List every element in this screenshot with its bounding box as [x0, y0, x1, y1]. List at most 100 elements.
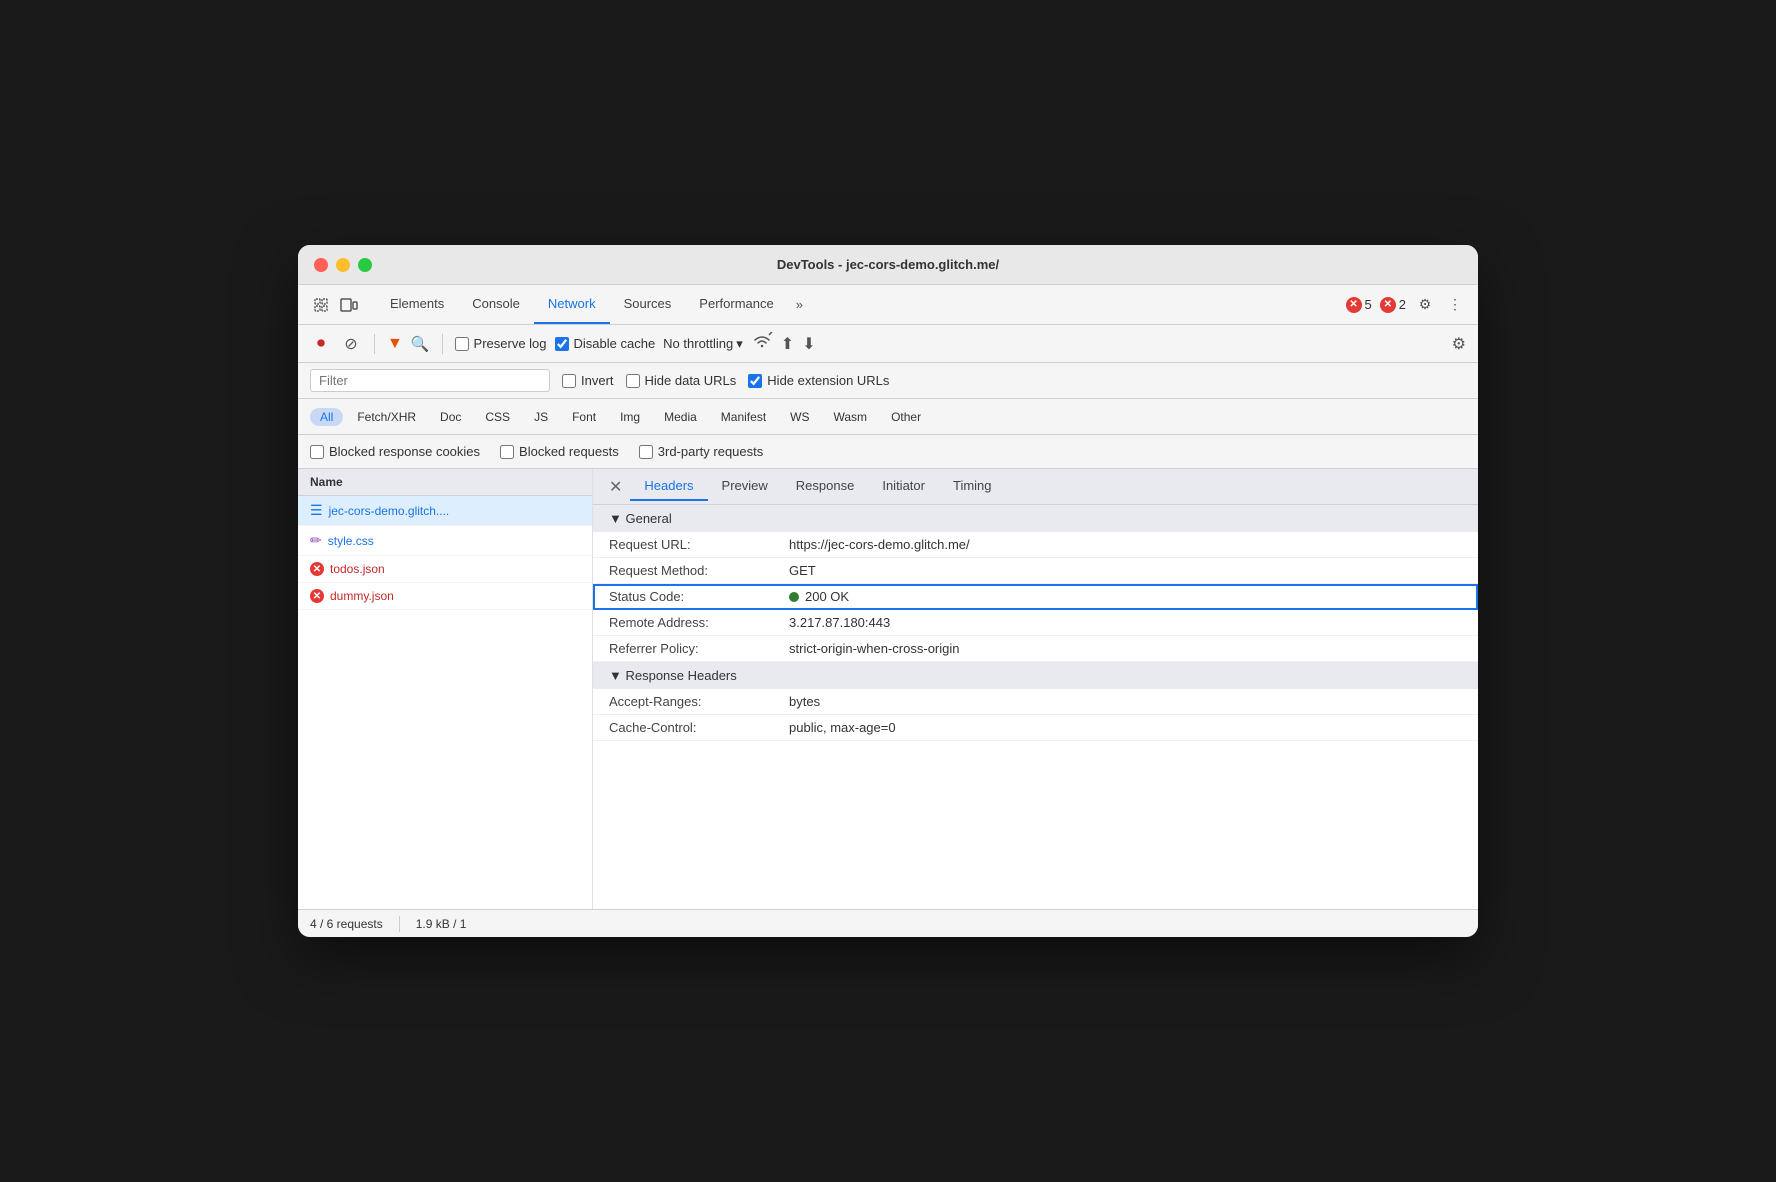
tab-network[interactable]: Network	[534, 285, 610, 324]
detail-panel: ✕ Headers Preview Response Initiator Tim…	[593, 469, 1478, 909]
titlebar: DevTools - jec-cors-demo.glitch.me/	[298, 245, 1478, 285]
toolbar-divider-1	[374, 334, 375, 354]
tab-initiator[interactable]: Initiator	[868, 472, 939, 501]
device-icon[interactable]	[338, 294, 360, 316]
hide-extension-urls-checkbox[interactable]	[748, 374, 762, 388]
type-filter-js[interactable]: JS	[524, 408, 558, 426]
settings-icon[interactable]: ⚙	[1414, 294, 1436, 316]
tab-preview[interactable]: Preview	[708, 472, 782, 501]
tab-response[interactable]: Response	[782, 472, 869, 501]
third-party-requests-text: 3rd-party requests	[658, 444, 764, 459]
preserve-log-checkbox[interactable]	[455, 337, 469, 351]
hide-data-urls-text: Hide data URLs	[645, 373, 737, 388]
filter-icon[interactable]: ▼	[387, 335, 403, 353]
invert-checkbox[interactable]	[562, 374, 576, 388]
blocked-response-cookies-label[interactable]: Blocked response cookies	[310, 444, 480, 459]
blocked-requests-checkbox[interactable]	[500, 445, 514, 459]
invert-label[interactable]: Invert	[562, 373, 614, 388]
upload-icon[interactable]: ⬆	[781, 334, 794, 354]
devtools-window: DevTools - jec-cors-demo.glitch.me/ Elem…	[298, 245, 1478, 937]
hide-data-urls-label[interactable]: Hide data URLs	[626, 373, 737, 388]
type-filter-media[interactable]: Media	[654, 408, 707, 426]
upload-download-buttons: ⬆ ⬇	[781, 334, 816, 354]
type-filter-font[interactable]: Font	[562, 408, 606, 426]
network-toolbar: ⏺ ⊘ ▼ 🔍 Preserve log Disable cache No th…	[298, 325, 1478, 363]
referrer-policy-row: Referrer Policy: strict-origin-when-cros…	[593, 636, 1478, 662]
tab-timing[interactable]: Timing	[939, 472, 1006, 501]
tab-sources[interactable]: Sources	[610, 285, 686, 324]
doc-icon: ☰	[310, 502, 323, 519]
type-filter-fetch-xhr[interactable]: Fetch/XHR	[347, 408, 426, 426]
third-party-requests-checkbox[interactable]	[639, 445, 653, 459]
file-list-panel: Name ☰ jec-cors-demo.glitch.... ✏ style.…	[298, 469, 593, 909]
network-settings-icon[interactable]: ⚙	[1452, 334, 1466, 354]
type-filter-wasm[interactable]: Wasm	[824, 408, 878, 426]
clear-button[interactable]: ⊘	[340, 333, 362, 355]
statusbar: 4 / 6 requests 1.9 kB / 1	[298, 909, 1478, 937]
preserve-log-label[interactable]: Preserve log	[455, 336, 547, 351]
referrer-policy-key: Referrer Policy:	[609, 641, 789, 656]
toolbar-divider-2	[442, 334, 443, 354]
close-button[interactable]	[314, 258, 328, 272]
devtools-icons	[310, 294, 360, 316]
cache-control-value: public, max-age=0	[789, 720, 1462, 735]
type-filter-all[interactable]: All	[310, 408, 343, 426]
more-tabs-button[interactable]: »	[788, 289, 811, 320]
minimize-button[interactable]	[336, 258, 350, 272]
disable-cache-label[interactable]: Disable cache	[555, 336, 656, 351]
download-icon[interactable]: ⬇	[802, 334, 815, 354]
window-controls	[314, 258, 372, 272]
blocked-response-cookies-text: Blocked response cookies	[329, 444, 480, 459]
tab-performance[interactable]: Performance	[685, 285, 787, 324]
maximize-button[interactable]	[358, 258, 372, 272]
file-item-dummy-json[interactable]: ✕ dummy.json	[298, 583, 592, 610]
accept-ranges-key: Accept-Ranges:	[609, 694, 789, 709]
main-content: Name ☰ jec-cors-demo.glitch.... ✏ style.…	[298, 469, 1478, 909]
throttle-selector[interactable]: No throttling ▾	[663, 336, 743, 352]
remote-address-row: Remote Address: 3.217.87.180:443	[593, 610, 1478, 636]
tab-console[interactable]: Console	[458, 285, 534, 324]
filter-input[interactable]	[310, 369, 550, 392]
response-headers-section-header[interactable]: ▼ Response Headers	[593, 662, 1478, 689]
wifi-icon[interactable]	[751, 332, 773, 355]
request-method-key: Request Method:	[609, 563, 789, 578]
type-filter-img[interactable]: Img	[610, 408, 650, 426]
file-item-main-doc[interactable]: ☰ jec-cors-demo.glitch....	[298, 496, 592, 526]
hide-extension-urls-label[interactable]: Hide extension URLs	[748, 373, 889, 388]
third-party-requests-label[interactable]: 3rd-party requests	[639, 444, 764, 459]
status-dot	[789, 592, 799, 602]
file-name-todos-json: todos.json	[330, 562, 385, 576]
search-icon[interactable]: 🔍	[411, 335, 430, 353]
file-item-style-css[interactable]: ✏ style.css	[298, 526, 592, 556]
window-title: DevTools - jec-cors-demo.glitch.me/	[777, 257, 999, 272]
remote-address-value: 3.217.87.180:443	[789, 615, 1462, 630]
tab-elements[interactable]: Elements	[376, 285, 458, 324]
cache-control-key: Cache-Control:	[609, 720, 789, 735]
blocked-response-cookies-checkbox[interactable]	[310, 445, 324, 459]
type-filter-other[interactable]: Other	[881, 408, 931, 426]
type-filter-doc[interactable]: Doc	[430, 408, 471, 426]
options-bar: Blocked response cookies Blocked request…	[298, 435, 1478, 469]
blocked-requests-label[interactable]: Blocked requests	[500, 444, 619, 459]
detail-close-button[interactable]: ✕	[601, 473, 630, 501]
general-section-header[interactable]: ▼ General	[593, 505, 1478, 532]
more-options-icon[interactable]: ⋮	[1444, 294, 1466, 316]
file-item-todos-json[interactable]: ✕ todos.json	[298, 556, 592, 583]
cursor-icon[interactable]	[310, 294, 332, 316]
hide-data-urls-checkbox[interactable]	[626, 374, 640, 388]
record-button[interactable]: ⏺	[310, 333, 332, 355]
request-method-value: GET	[789, 563, 1462, 578]
type-filter-css[interactable]: CSS	[475, 408, 520, 426]
disable-cache-checkbox[interactable]	[555, 337, 569, 351]
invert-text: Invert	[581, 373, 614, 388]
error-badge-2[interactable]: ✕ 2	[1380, 297, 1406, 313]
error-badge-1[interactable]: ✕ 5	[1346, 297, 1372, 313]
type-filter-ws[interactable]: WS	[780, 408, 819, 426]
tabbar-right: ✕ 5 ✕ 2 ⚙ ⋮	[1346, 294, 1466, 316]
status-code-row: Status Code: 200 OK	[593, 584, 1478, 610]
tab-headers[interactable]: Headers	[630, 472, 707, 501]
remote-address-key: Remote Address:	[609, 615, 789, 630]
preserve-log-text: Preserve log	[474, 336, 547, 351]
type-filter-manifest[interactable]: Manifest	[711, 408, 776, 426]
throttle-text: No throttling	[663, 336, 733, 351]
